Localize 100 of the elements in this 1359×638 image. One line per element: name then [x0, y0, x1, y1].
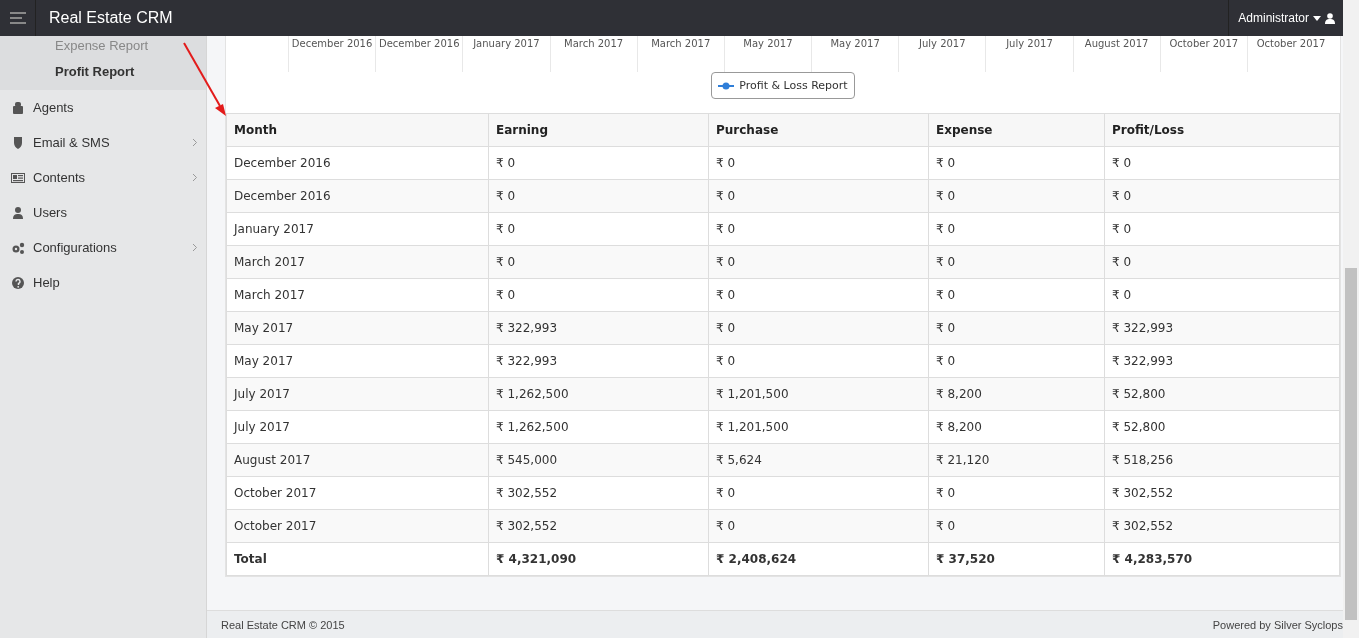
axis-label: January 2017	[462, 36, 550, 72]
table-cell: October 2017	[226, 476, 489, 510]
table-cell: ₹ 322,993	[488, 311, 709, 345]
table-cell: ₹ 0	[708, 509, 929, 543]
powered-by-text: Powered by Silver Syclops	[1212, 618, 1343, 631]
table-cell: ₹ 1,201,500	[708, 377, 929, 411]
chevron-icon	[192, 173, 198, 182]
column-header: Profit/Loss	[1104, 113, 1340, 147]
table-cell: December 2016	[226, 179, 489, 213]
column-header: Purchase	[708, 113, 929, 147]
table-cell: May 2017	[226, 311, 489, 345]
legend-button[interactable]: Profit & Loss Report	[711, 72, 855, 99]
table-cell: ₹ 0	[708, 476, 929, 510]
copyright-text: Real Estate CRM © 2015	[221, 618, 345, 631]
table-cell: ₹ 302,552	[488, 509, 709, 543]
table-cell: March 2017	[226, 245, 489, 279]
table-cell: ₹ 0	[488, 146, 709, 180]
table-cell: ₹ 1,201,500	[708, 410, 929, 444]
column-header: Earning	[488, 113, 709, 147]
total-cell: ₹ 4,321,090	[488, 542, 709, 576]
scrollbar[interactable]	[1343, 0, 1359, 638]
gears-icon	[11, 240, 25, 255]
table-cell: ₹ 545,000	[488, 443, 709, 477]
table-cell: October 2017	[226, 509, 489, 543]
sidebar-item[interactable]: Agents	[0, 90, 206, 125]
column-header: Month	[226, 113, 489, 147]
table-cell: ₹ 0	[928, 245, 1105, 279]
table-cell: ₹ 322,993	[488, 344, 709, 378]
sidebar-item[interactable]: Contents	[0, 160, 206, 195]
table-cell: ₹ 0	[1104, 146, 1340, 180]
app-title: Real Estate CRM	[49, 9, 173, 27]
sidebar-item[interactable]: Users	[0, 195, 206, 230]
table-cell: ₹ 0	[928, 476, 1105, 510]
table-cell: ₹ 21,120	[928, 443, 1105, 477]
table-cell: ₹ 1,262,500	[488, 410, 709, 444]
table-cell: ₹ 52,800	[1104, 377, 1340, 411]
table-cell: ₹ 302,552	[488, 476, 709, 510]
table-cell: July 2017	[226, 410, 489, 444]
caret-icon	[1313, 15, 1321, 21]
table-cell: ₹ 302,552	[1104, 476, 1340, 510]
axis-label: December 2016	[288, 36, 376, 72]
table-cell: ₹ 0	[708, 146, 929, 180]
table-cell: ₹ 0	[488, 179, 709, 213]
total-cell: Total	[226, 542, 489, 576]
briefcase-icon	[11, 100, 25, 115]
table-cell: ₹ 52,800	[1104, 410, 1340, 444]
chevron-icon	[192, 243, 198, 252]
table-cell: ₹ 0	[708, 212, 929, 246]
sidebar-subitem[interactable]: Profit Report	[0, 62, 206, 88]
table-cell: ₹ 302,552	[1104, 509, 1340, 543]
chevron-icon	[192, 138, 198, 147]
table-cell: ₹ 0	[708, 278, 929, 312]
table-cell: ₹ 0	[708, 344, 929, 378]
table-cell: ₹ 8,200	[928, 377, 1105, 411]
newspaper-icon	[11, 170, 25, 185]
table-cell: ₹ 0	[1104, 179, 1340, 213]
line-marker-icon	[718, 81, 735, 90]
user-icon	[11, 205, 25, 220]
table-cell: ₹ 0	[488, 278, 709, 312]
table-cell: ₹ 0	[928, 278, 1105, 312]
table-cell: ₹ 0	[928, 179, 1105, 213]
table-cell: ₹ 0	[928, 212, 1105, 246]
table-cell: ₹ 0	[708, 245, 929, 279]
table-cell: ₹ 0	[1104, 245, 1340, 279]
table-cell: May 2017	[226, 344, 489, 378]
table-cell: ₹ 0	[928, 311, 1105, 345]
help-icon	[11, 275, 25, 290]
table-cell: ₹ 1,262,500	[488, 377, 709, 411]
sidebar-item[interactable]: Help	[0, 265, 206, 300]
sidebar-item[interactable]: Email & SMS	[0, 125, 206, 160]
axis-label: December 2016	[375, 36, 463, 72]
table-cell: ₹ 8,200	[928, 410, 1105, 444]
sidebar-item[interactable]: Configurations	[0, 230, 206, 265]
total-cell: ₹ 2,408,624	[708, 542, 929, 576]
axis-label: October 2017	[1246, 36, 1335, 72]
axis-label: July 2017	[985, 36, 1073, 72]
table-cell: ₹ 0	[488, 212, 709, 246]
menu-icon	[9, 12, 26, 24]
table-cell: ₹ 518,256	[1104, 443, 1340, 477]
table-cell: ₹ 0	[488, 245, 709, 279]
axis-label: October 2017	[1159, 36, 1247, 72]
table-cell: ₹ 5,624	[708, 443, 929, 477]
table-cell: January 2017	[226, 212, 489, 246]
table-cell: ₹ 0	[928, 344, 1105, 378]
table-cell: ₹ 0	[928, 509, 1105, 543]
axis-label: August 2017	[1072, 36, 1160, 72]
table-cell: August 2017	[226, 443, 489, 477]
table-cell: ₹ 0	[708, 311, 929, 345]
table-cell: ₹ 0	[1104, 212, 1340, 246]
axis-label: July 2017	[898, 36, 986, 72]
table-cell: December 2016	[226, 146, 489, 180]
table-cell: March 2017	[226, 278, 489, 312]
table-cell: ₹ 0	[1104, 278, 1340, 312]
user-icon	[1325, 12, 1335, 24]
table-cell: July 2017	[226, 377, 489, 411]
table-cell: ₹ 0	[708, 179, 929, 213]
table-cell: ₹ 322,993	[1104, 311, 1340, 345]
total-cell: ₹ 4,283,570	[1104, 542, 1340, 576]
column-header: Expense	[928, 113, 1105, 147]
table-cell: ₹ 322,993	[1104, 344, 1340, 378]
